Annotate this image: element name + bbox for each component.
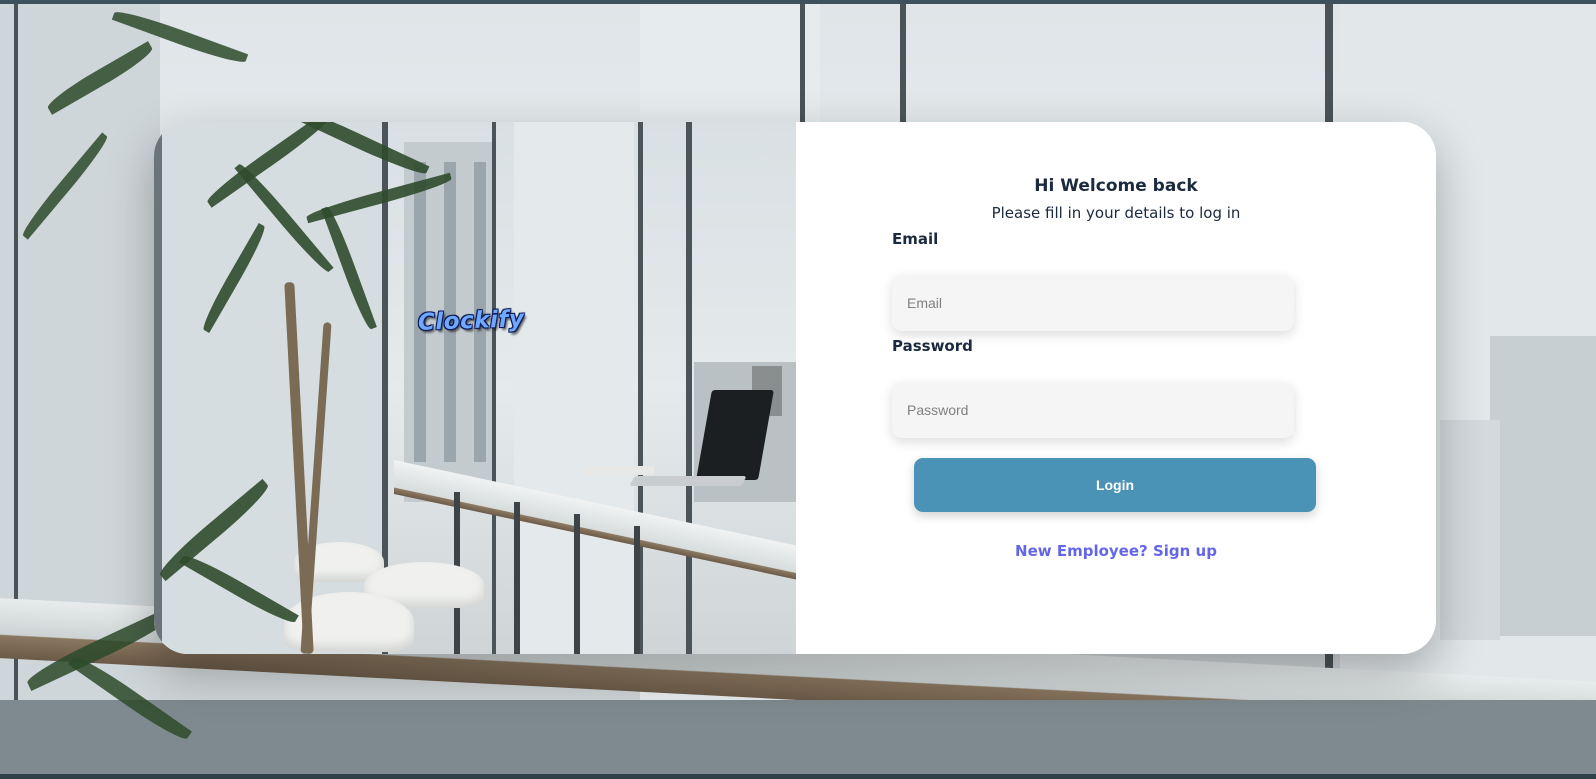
password-label: Password bbox=[892, 337, 973, 355]
login-button[interactable]: Login bbox=[914, 458, 1316, 512]
welcome-subtitle: Please fill in your details to log in bbox=[991, 204, 1241, 222]
password-input[interactable] bbox=[892, 382, 1294, 438]
signup-link[interactable]: New Employee? Sign up bbox=[796, 542, 1436, 560]
clockify-logo: Clockify bbox=[417, 306, 525, 336]
login-form: Hi Welcome back Please fill in your deta… bbox=[796, 122, 1436, 654]
hero-image: Clockify bbox=[154, 122, 796, 654]
welcome-heading: Hi Welcome back bbox=[1034, 176, 1198, 196]
login-card: Clockify Hi Welcome back Please fill in … bbox=[154, 122, 1436, 654]
email-input[interactable] bbox=[892, 275, 1294, 331]
email-label: Email bbox=[892, 230, 939, 248]
